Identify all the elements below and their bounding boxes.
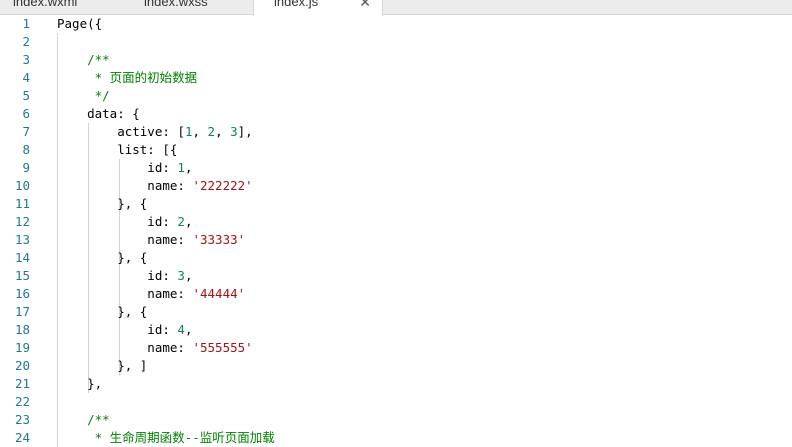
code-line: }, ] [57,357,147,375]
code-line: id: 1, [57,159,192,177]
close-icon[interactable]: ✕ [359,0,371,11]
code-area[interactable]: Page({ /** * 页面的初始数据 */ data: { active: … [57,15,792,447]
code-token-comment: /** [57,52,110,67]
line-number: 22 [14,394,30,409]
code-token-string: '222222' [192,178,253,193]
code-token-number: 3 [177,268,185,283]
line-number-gutter: 1 2 3 4 5 6 7 8 9 10 11 12 13 14 15 16 17 18 19 20 21 22 23 24 [0,15,42,445]
line-number: 18 [14,322,30,337]
code-token-comment: /** [57,412,110,427]
line-number: 11 [14,196,30,211]
code-token-plain: list: [{ [57,142,178,157]
code-token-plain: , [184,214,193,229]
line-number: 8 [22,142,30,157]
code-line: }, { [57,249,147,267]
code-token-plain: name: [57,178,193,193]
code-token-plain: Page({ [57,16,103,31]
code-token-string: '33333' [192,232,246,247]
code-token-plain: data: { [57,106,140,121]
code-token-plain: name: [57,340,193,355]
code-token-plain: , [215,124,231,139]
code-line: */ [57,87,110,105]
code-token-plain: ], [237,124,253,139]
code-line: id: 4, [57,321,192,339]
code-token-plain: name: [57,286,193,301]
tab-label: index.wxss [144,0,208,9]
editor-tab-bar: index.wxml index.wxss index.js ✕ [0,0,792,16]
code-token-number: 3 [230,124,238,139]
line-number: 24 [14,430,30,445]
line-number: 7 [22,124,30,139]
line-number: 21 [14,376,30,391]
code-line: id: 2, [57,213,192,231]
line-number: 17 [14,304,30,319]
code-token-plain: id: [57,160,178,175]
code-token-number: 4 [177,322,185,337]
line-number: 4 [22,70,30,85]
tab-index-wxss[interactable]: index.wxss [125,0,253,15]
line-number: 5 [22,88,30,103]
code-token-plain: , [184,268,193,283]
code-token-plain: }, { [57,250,148,265]
line-number: 23 [14,412,30,427]
line-number: 20 [14,358,30,373]
code-token-comment: */ [57,88,110,103]
code-line: data: { [57,105,140,123]
code-token-comment: * 生命周期函数--监听页面加载 [57,430,275,445]
code-token-plain: id: [57,268,178,283]
tab-index-js[interactable]: index.js ✕ [253,0,383,16]
code-line: name: '44444' [57,285,245,303]
line-number: 9 [22,160,30,175]
code-token-plain: }, [57,376,103,391]
code-token-string: '555555' [192,340,253,355]
code-line: name: '222222' [57,177,253,195]
code-token-number: 2 [207,124,216,139]
line-number: 13 [14,232,30,247]
code-line: /** [57,411,110,429]
code-editor[interactable]: 1 2 3 4 5 6 7 8 9 10 11 12 13 14 15 16 17 18 19 20 21 22 23 24 … [0,15,792,447]
line-number: 15 [14,268,30,283]
code-token-string: '44444' [192,286,246,301]
code-token-plain: }, ] [57,358,148,373]
code-token-plain: id: [57,322,178,337]
line-number: 1 [22,16,30,31]
code-token-plain: , [184,322,193,337]
code-token-plain: id: [57,214,178,229]
code-token-comment: * 页面的初始数据 [57,70,198,85]
tab-label: index.wxml [13,0,78,9]
code-line: /** [57,51,110,69]
tab-index-wxml[interactable]: index.wxml [0,0,125,15]
line-number: 2 [22,34,30,49]
code-line: * 生命周期函数--监听页面加载 [57,429,275,447]
tab-label: index.js [274,0,319,9]
line-number: 19 [14,340,30,355]
code-line: list: [{ [57,141,177,159]
code-line: name: '555555' [57,339,253,357]
code-line: id: 3, [57,267,192,285]
line-number: 16 [14,286,30,301]
code-line: }, { [57,195,147,213]
code-token-plain: , [192,124,208,139]
code-token-plain: active: [ [57,124,185,139]
code-line: * 页面的初始数据 [57,69,198,87]
code-line: name: '33333' [57,231,245,249]
code-line: active: [1, 2, 3], [57,123,253,141]
line-number: 10 [14,178,30,193]
line-number: 3 [22,52,30,67]
line-number: 12 [14,214,30,229]
code-line: }, [57,375,102,393]
line-number: 6 [22,106,30,121]
code-token-number: 2 [177,214,185,229]
code-token-number: 1 [177,160,185,175]
code-token-plain: , [184,160,193,175]
code-token-plain: }, { [57,196,148,211]
code-token-plain: name: [57,232,193,247]
line-number: 14 [14,250,30,265]
code-token-plain: }, { [57,304,148,319]
code-line: }, { [57,303,147,321]
code-line: Page({ [57,15,102,33]
